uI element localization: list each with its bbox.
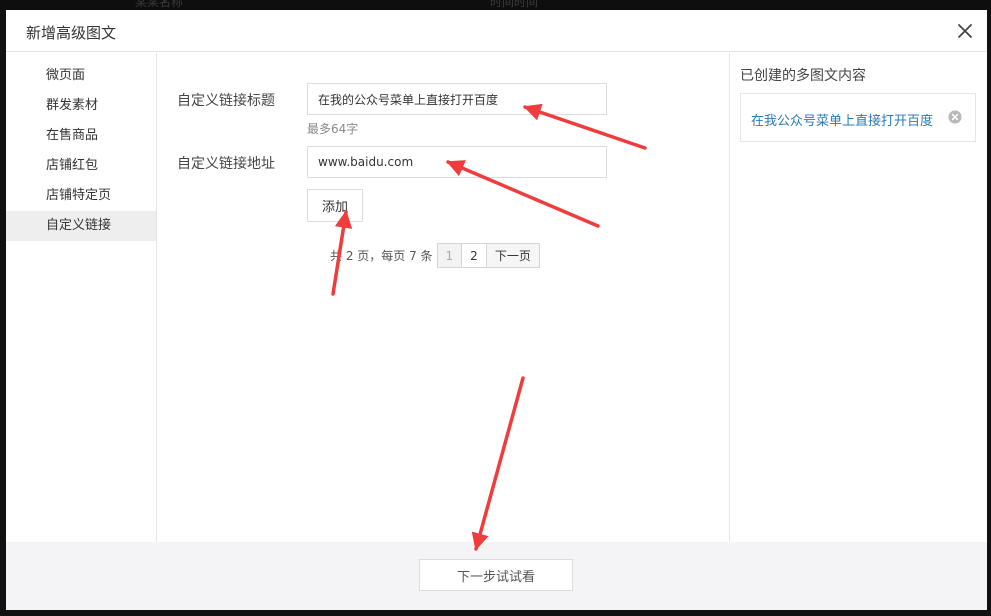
background-strip: 某某名称 时间时间 [0,0,991,10]
created-content-item-label[interactable]: 在我公众号菜单上直接打开百度 [751,110,933,129]
sidebar-item-custom-link[interactable]: 自定义链接 [6,211,156,241]
add-button[interactable]: 添加 [307,189,363,222]
dialog-footer: 下一步试试看 [6,542,987,610]
sidebar-item-products-on-sale[interactable]: 在售商品 [6,121,156,151]
link-url-input[interactable] [307,146,607,178]
pagination: 共 2 页，每页 7 条 1 2 下一页 [330,243,540,268]
page-button-1[interactable]: 1 [436,243,463,268]
remove-circle-icon[interactable] [948,110,962,124]
custom-link-form: 自定义链接标题 最多64字 自定义链接地址 添加 共 2 页，每页 7 条 1 … [157,53,729,542]
background-ghost-text: 某某名称 [135,0,184,9]
next-page-button[interactable]: 下一页 [485,243,540,268]
created-content-title: 已创建的多图文内容 [740,68,866,84]
next-step-button[interactable]: 下一步试试看 [419,559,573,591]
link-title-input[interactable] [307,83,607,115]
pagination-info: 共 2 页，每页 7 条 [330,249,433,263]
sidebar-item-shop-red-packet[interactable]: 店铺红包 [6,151,156,181]
page-button-2[interactable]: 2 [461,243,487,268]
link-url-label: 自定义链接地址 [177,156,275,172]
link-title-hint: 最多64字 [307,122,359,136]
sidebar-item-micro-page[interactable]: 微页面 [6,61,156,91]
link-title-label: 自定义链接标题 [177,93,275,109]
sidebar-item-broadcast-material[interactable]: 群发素材 [6,91,156,121]
background-ghost-text: 时间时间 [490,0,539,9]
sidebar-item-shop-special-page[interactable]: 店铺特定页 [6,181,156,211]
add-advanced-article-dialog: 新增高级图文 微页面 群发素材 在售商品 店铺红包 店铺特定页 自定义链接 自定… [6,10,987,610]
sidebar: 微页面 群发素材 在售商品 店铺红包 店铺特定页 自定义链接 [6,53,157,542]
dialog-header: 新增高级图文 [6,10,987,52]
dialog-title: 新增高级图文 [26,24,117,42]
close-icon[interactable] [955,21,975,41]
created-content-item[interactable]: 在我公众号菜单上直接打开百度 [740,93,976,142]
created-content-panel: 已创建的多图文内容 在我公众号菜单上直接打开百度 [729,53,987,542]
